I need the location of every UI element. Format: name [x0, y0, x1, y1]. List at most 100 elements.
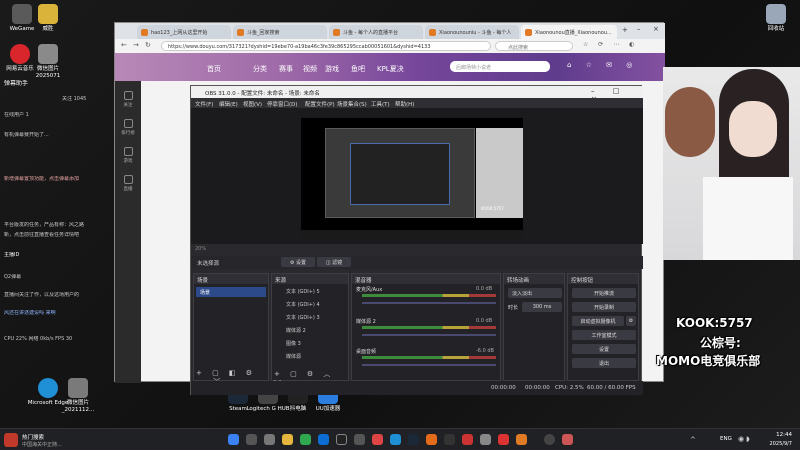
source-item[interactable]: 文本 (GDI+) 5: [274, 286, 350, 296]
scenes-panel: 场景 场景 + ▢ ◧ ⚙ ︿ ﹀: [193, 273, 269, 386]
start-streaming-button[interactable]: 开始推流: [572, 288, 636, 298]
menu-profile[interactable]: 配置文件(P): [305, 100, 335, 108]
menu-file[interactable]: 文件(F): [195, 100, 213, 108]
nav-kpl[interactable]: KPL夏决: [377, 64, 404, 74]
input-language[interactable]: ENG: [720, 436, 732, 442]
news-icon[interactable]: [4, 433, 18, 447]
douyu-icon[interactable]: [516, 434, 527, 445]
rail-rank[interactable]: 排行榜: [115, 119, 141, 136]
menu-tools[interactable]: 工具(T): [371, 100, 390, 108]
transitions-panel: 转场动画 淡入淡出 时长 300 ms: [503, 273, 565, 381]
app-icon[interactable]: [544, 434, 555, 445]
desktop-icon-wechat-image-2[interactable]: 微信图片 _2021112...: [56, 378, 100, 414]
menu-scene-collection[interactable]: 场景集合(S): [337, 100, 367, 108]
transition-type-select[interactable]: 淡入淡出: [508, 288, 562, 298]
browser-tab[interactable]: 斗鱼 - 每个人的直播平台: [329, 25, 423, 39]
menu-edit[interactable]: 编辑(E): [219, 100, 238, 108]
browser-tab[interactable]: Xiaonounouniu - 斗鱼 - 每个人: [425, 25, 519, 39]
address-bar-row: ← → ↻ https://www.douyu.com/317321?dyshi…: [115, 39, 665, 53]
steam-icon[interactable]: [408, 434, 419, 445]
back-icon[interactable]: ←: [121, 41, 127, 49]
browser-tab-active[interactable]: Xiaonounou直播_Xiaonounou...: [521, 25, 617, 39]
tray-chevron-icon[interactable]: ^: [690, 436, 696, 444]
source-item[interactable]: 图像 3: [274, 338, 350, 348]
audio-mixer-panel: 混音器 麦克风/Aux 0.0 dB 媒体源 2 0.0 dB 桌面音频 -6.…: [351, 273, 501, 381]
nav-home[interactable]: 首页: [207, 64, 221, 74]
exit-button[interactable]: 退出: [572, 358, 636, 368]
desktop-icon-folder[interactable]: 威胜: [26, 4, 70, 33]
obs-preview[interactable]: KOOK:5757: [191, 108, 643, 244]
filters-button[interactable]: ◫ 滤镜: [317, 257, 351, 267]
site-search-input[interactable]: 后廊场特小说老: [450, 61, 550, 72]
rail-live[interactable]: 直播: [115, 175, 141, 192]
menu-view[interactable]: 视图(V): [243, 100, 262, 108]
scene-item[interactable]: 场景: [196, 287, 266, 297]
nav-video[interactable]: 视频: [303, 64, 317, 74]
rail-games[interactable]: 游戏: [115, 147, 141, 164]
app-icon[interactable]: [562, 434, 573, 445]
app-icon[interactable]: [444, 434, 455, 445]
file-explorer-icon[interactable]: [282, 434, 293, 445]
browser-tab[interactable]: hao123_上网从这里开始: [137, 25, 231, 39]
app-icon[interactable]: [318, 434, 329, 445]
volume-slider[interactable]: [362, 302, 496, 304]
obs-status-bar: 00:00:00 00:00:00 CPU: 2.5% 60.00 / 60.0…: [191, 381, 643, 395]
source-item[interactable]: 媒体源 2: [274, 325, 350, 335]
virtual-camera-settings-icon[interactable]: ⚙: [626, 316, 636, 326]
nav-esports[interactable]: 赛事: [279, 64, 293, 74]
volume-slider[interactable]: [362, 334, 496, 336]
image-file-icon: [38, 44, 58, 64]
duration-label: 时长: [508, 305, 519, 311]
app-icon[interactable]: [480, 434, 491, 445]
header-user-icons[interactable]: ⌂ ☆ ✉ ◎: [567, 61, 657, 75]
start-recording-button[interactable]: 开始录制: [572, 302, 636, 312]
app-icon[interactable]: [354, 434, 365, 445]
duration-input[interactable]: 300 ms: [522, 302, 562, 312]
nav-category[interactable]: 分类: [253, 64, 267, 74]
volume-meter: [362, 326, 496, 329]
chat-line: 在线用户 1: [4, 112, 29, 118]
nav-games[interactable]: 游戏: [325, 64, 339, 74]
rail-follow[interactable]: 关注: [115, 91, 141, 108]
desktop-icon-recycle-bin[interactable]: 回收站: [754, 4, 798, 33]
transitions-header: 转场动画: [504, 274, 564, 284]
app-icon[interactable]: [372, 434, 383, 445]
menu-help[interactable]: 帮助(H): [395, 100, 414, 108]
forward-icon[interactable]: →: [133, 41, 139, 49]
source-item[interactable]: 媒体源: [274, 351, 350, 361]
volume-slider[interactable]: [362, 364, 496, 366]
task-view-icon[interactable]: [264, 434, 275, 445]
browser-search-input[interactable]: 点此搜索: [495, 41, 573, 51]
edge-icon[interactable]: [390, 434, 401, 445]
clock-time[interactable]: 12:44: [762, 432, 792, 438]
properties-button[interactable]: ⚙ 设置: [281, 257, 315, 267]
virtual-camera-button[interactable]: 启动虚拟摄像机: [572, 316, 624, 326]
app-icon[interactable]: [426, 434, 437, 445]
toolbar-icons[interactable]: ☆ ⟳ ⋯ ◐: [583, 41, 653, 51]
clock-date[interactable]: 2025/9/7: [756, 441, 792, 447]
nav-yuba[interactable]: 鱼吧: [351, 64, 365, 74]
source-item[interactable]: 文本 (GDI+) 4: [274, 299, 350, 309]
settings-button[interactable]: 设置: [572, 344, 636, 354]
live-icon: [123, 175, 133, 184]
refresh-icon[interactable]: ↻: [145, 41, 151, 49]
minimize-button[interactable]: –: [637, 25, 641, 33]
url-input[interactable]: https://www.douyu.com/317321?dyshid=19eb…: [161, 41, 491, 51]
desktop-icon-wechat-image[interactable]: 微信图片 2025071: [26, 44, 70, 80]
start-icon[interactable]: [228, 434, 239, 445]
source-item[interactable]: 文本 (GDI+) 3: [274, 312, 350, 322]
close-window-button[interactable]: ×: [653, 25, 659, 33]
studio-mode-button[interactable]: 工作室模式: [572, 330, 636, 340]
tray-status-icons[interactable]: ◉◗: [738, 435, 752, 443]
mixer-channel-db: -6.0 dB: [476, 348, 494, 354]
app-icon[interactable]: [462, 434, 473, 445]
browser-tab[interactable]: 斗鱼_回家搜索: [233, 25, 327, 39]
menu-docks[interactable]: 停靠窗口(D): [267, 100, 298, 108]
new-tab-button[interactable]: +: [622, 26, 628, 34]
search-icon[interactable]: [246, 434, 257, 445]
netease-music-icon[interactable]: [498, 434, 509, 445]
news-title[interactable]: 热门搜索: [22, 433, 44, 441]
obs-icon[interactable]: [336, 434, 347, 445]
chat-line: 主播ID: [4, 252, 20, 258]
wechat-icon[interactable]: [300, 434, 311, 445]
